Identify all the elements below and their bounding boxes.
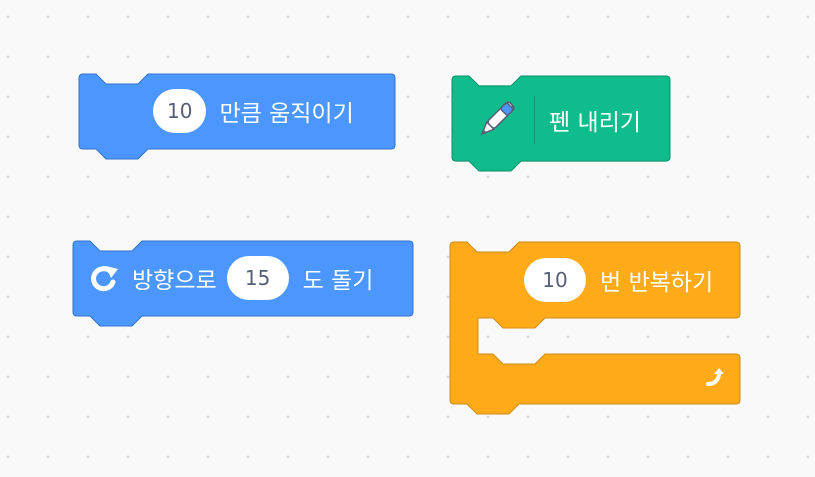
pen-down-block[interactable]: 펜 내리기	[451, 75, 672, 172]
degrees-input[interactable]: 15	[226, 256, 289, 300]
repeat-arrow-icon	[704, 366, 728, 390]
turn-right-icon	[88, 261, 122, 295]
icon-separator	[534, 96, 535, 144]
pen-icon	[472, 96, 520, 144]
turn-right-block[interactable]: 방향으로 15 도 돌기	[72, 240, 415, 331]
turn-prefix-label: 방향으로	[132, 268, 217, 294]
pen-down-label: 펜 내리기	[549, 110, 641, 136]
repeat-block[interactable]: 10 번 반복하기	[449, 241, 742, 418]
move-label: 만큼 움직이기	[219, 101, 354, 127]
steps-input[interactable]: 10	[153, 89, 207, 133]
turn-suffix-label: 도 돌기	[302, 268, 374, 294]
move-steps-block[interactable]: 10 만큼 움직이기	[78, 73, 396, 164]
repeat-count-input[interactable]: 10	[524, 258, 586, 302]
repeat-label: 번 반복하기	[600, 270, 714, 296]
